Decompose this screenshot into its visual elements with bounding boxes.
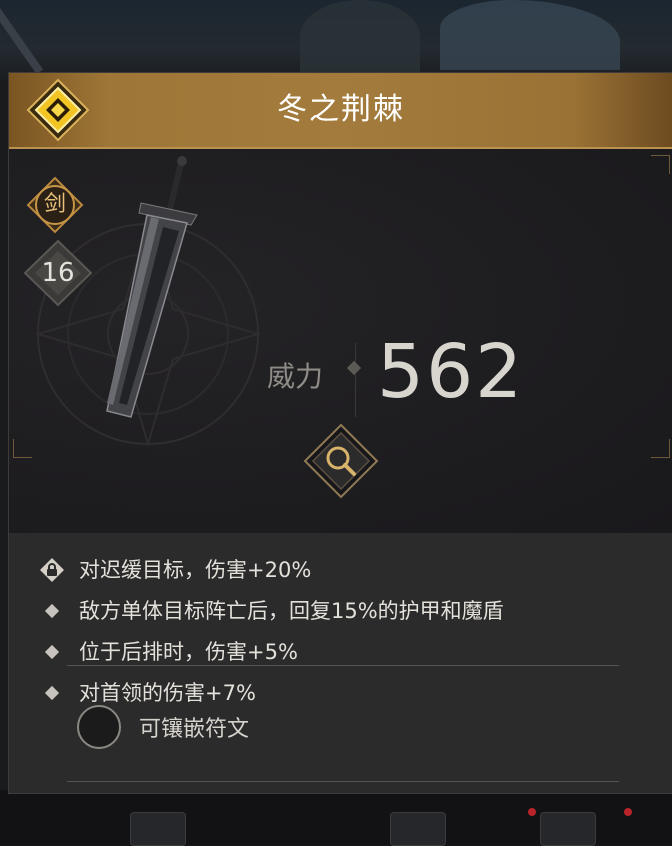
corner-ornament xyxy=(651,439,670,458)
item-title: 冬之荆棘 xyxy=(277,92,405,127)
notification-dot xyxy=(528,808,536,816)
rune-socket[interactable] xyxy=(77,705,121,749)
weapon-type-badge-wrap: 剑 xyxy=(25,175,85,235)
effect-text: 对迟缓目标，伤害+20% xyxy=(79,558,312,582)
power-value: 562 xyxy=(377,329,525,415)
effect-text: 对首领的伤害+7% xyxy=(79,681,256,705)
effect-row: 敌方单体目标阵亡后，回复15%的护甲和魔盾 xyxy=(9,594,672,628)
background-character-hair xyxy=(440,0,620,70)
background-character xyxy=(300,0,420,72)
tooltip-header: 冬之荆棘 xyxy=(9,73,672,149)
diamond-bullet-icon xyxy=(44,644,60,660)
divider xyxy=(67,665,619,666)
background-scene xyxy=(0,0,672,80)
background-prop xyxy=(0,0,44,75)
power-divider xyxy=(355,343,356,417)
weapon-type-label: 剑 xyxy=(43,192,66,217)
diamond-bullet-icon xyxy=(44,603,60,619)
rarity-emblem-icon xyxy=(26,78,90,142)
effect-text: 位于后排时，伤害+5% xyxy=(79,640,298,664)
bottom-bar-button[interactable] xyxy=(390,812,446,846)
divider xyxy=(67,781,619,782)
diamond-separator xyxy=(346,360,362,376)
rune-socket-label: 可镶嵌符文 xyxy=(139,717,250,742)
bottom-bar-button[interactable] xyxy=(540,812,596,846)
effect-row: 对首领的伤害+7% xyxy=(9,676,672,710)
corner-ornament xyxy=(651,155,670,174)
effect-row: 位于后排时，伤害+5% xyxy=(9,635,672,669)
effect-text: 敌方单体目标阵亡后，回复15%的护甲和魔盾 xyxy=(79,599,504,623)
power-label: 威力 xyxy=(267,360,324,393)
lock-icon xyxy=(40,558,64,582)
inspect-button[interactable] xyxy=(303,423,379,499)
bottom-bar-button[interactable] xyxy=(130,812,186,846)
effect-row: 对迟缓目标，伤害+20% xyxy=(9,553,672,587)
corner-ornament xyxy=(13,439,32,458)
notification-dot xyxy=(624,808,632,816)
sword-item-icon xyxy=(106,156,198,418)
item-tooltip-panel: 冬之荆棘 剑 16 威力 562 对迟缓目标，伤害+20% 敌方单体目标阵亡后，… xyxy=(8,72,672,794)
diamond-bullet-icon xyxy=(44,685,60,701)
